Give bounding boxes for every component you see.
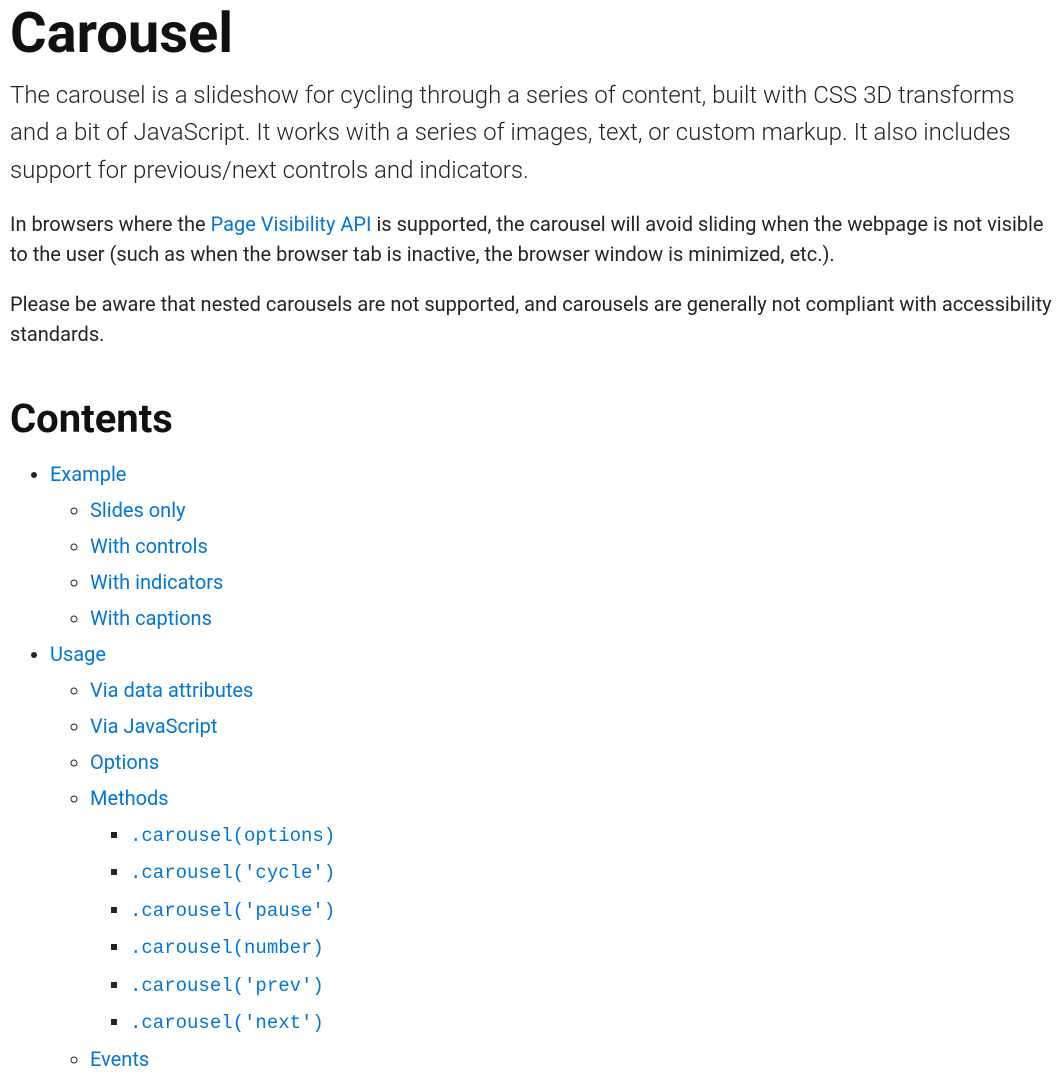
code: .carousel('cycle') <box>130 862 335 884</box>
toc-item-usage: Usage Via data attributes Via JavaScript… <box>50 639 1054 1074</box>
toc-item: .carousel('pause') <box>130 894 1054 926</box>
toc-item: .carousel('next') <box>130 1006 1054 1038</box>
toc-link-with-indicators[interactable]: With indicators <box>90 570 223 594</box>
table-of-contents: Example Slides only With controls With i… <box>10 459 1054 1074</box>
lead-paragraph: The carousel is a slideshow for cycling … <box>10 77 1054 189</box>
toc-link-usage[interactable]: Usage <box>50 642 106 666</box>
toc-item: With controls <box>90 531 1054 561</box>
toc-link-via-javascript[interactable]: Via JavaScript <box>90 714 217 738</box>
visibility-paragraph: In browsers where the Page Visibility AP… <box>10 209 1054 269</box>
toc-item: Events <box>90 1044 1054 1074</box>
toc-link-carousel-cycle[interactable]: .carousel('cycle') <box>130 859 335 883</box>
toc-item-methods: Methods .carousel(options) .carousel('cy… <box>90 783 1054 1038</box>
toc-link-carousel-options[interactable]: .carousel(options) <box>130 822 335 846</box>
toc-link-carousel-prev[interactable]: .carousel('prev') <box>130 972 324 996</box>
toc-link-with-controls[interactable]: With controls <box>90 534 208 558</box>
toc-item: .carousel(number) <box>130 931 1054 963</box>
toc-link-via-data-attributes[interactable]: Via data attributes <box>90 678 253 702</box>
contents-heading: Contents <box>10 389 1054 449</box>
toc-item: .carousel('prev') <box>130 969 1054 1001</box>
toc-link-example[interactable]: Example <box>50 462 126 486</box>
toc-item-example: Example Slides only With controls With i… <box>50 459 1054 633</box>
code: .carousel('next') <box>130 1012 324 1034</box>
code: .carousel(number) <box>130 937 324 959</box>
toc-link-events[interactable]: Events <box>90 1047 149 1071</box>
page-visibility-api-link[interactable]: Page Visibility API <box>211 212 372 236</box>
toc-link-carousel-number[interactable]: .carousel(number) <box>130 934 324 958</box>
toc-link-methods[interactable]: Methods <box>90 786 169 810</box>
toc-link-with-captions[interactable]: With captions <box>90 606 212 630</box>
warning-paragraph: Please be aware that nested carousels ar… <box>10 289 1054 349</box>
toc-item: .carousel('cycle') <box>130 856 1054 888</box>
code: .carousel('prev') <box>130 975 324 997</box>
code: .carousel(options) <box>130 825 335 847</box>
toc-item: With captions <box>90 603 1054 633</box>
toc-link-options[interactable]: Options <box>90 750 159 774</box>
toc-link-carousel-pause[interactable]: .carousel('pause') <box>130 897 335 921</box>
toc-item: Options <box>90 747 1054 777</box>
toc-item: Slides only <box>90 495 1054 525</box>
toc-link-carousel-next[interactable]: .carousel('next') <box>130 1009 324 1033</box>
page-title: Carousel <box>10 0 1054 67</box>
code: .carousel('pause') <box>130 900 335 922</box>
toc-item: Via JavaScript <box>90 711 1054 741</box>
toc-item: Via data attributes <box>90 675 1054 705</box>
toc-item: .carousel(options) <box>130 819 1054 851</box>
toc-link-slides-only[interactable]: Slides only <box>90 498 186 522</box>
toc-item: With indicators <box>90 567 1054 597</box>
text: In browsers where the <box>10 212 211 236</box>
